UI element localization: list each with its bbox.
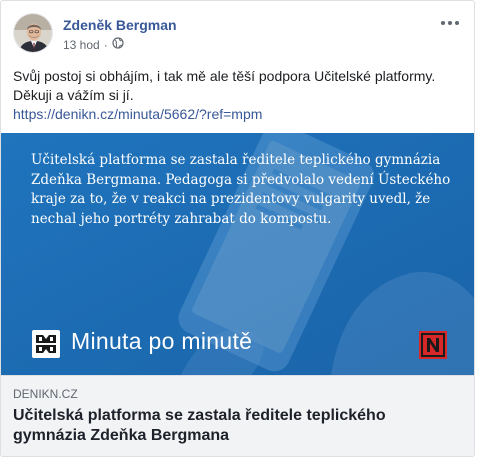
minuta-logo-icon xyxy=(31,329,61,359)
link-domain: DENIKN.CZ xyxy=(13,387,78,401)
brand-text: Minuta po minutě xyxy=(71,328,253,354)
post-link[interactable]: https://denikn.cz/minuta/5662/?ref=mpm xyxy=(13,106,262,122)
post-timestamp[interactable]: 13 hod xyxy=(63,38,100,52)
meta-separator: · xyxy=(103,37,108,52)
facebook-post: Zdeněk Bergman 13 hod · Svůj postoj si o… xyxy=(0,0,475,457)
post-header: Zdeněk Bergman 13 hod · xyxy=(13,13,462,57)
link-preview-card[interactable]: DENIKN.CZ Učitelská platforma se zastala… xyxy=(1,375,474,456)
post-text: Svůj postoj si obhájím, i tak mě ale těš… xyxy=(13,67,462,124)
post-text-line: Děkuji a vážím si jí. xyxy=(13,87,134,103)
more-dots-icon[interactable] xyxy=(438,15,462,31)
avatar[interactable] xyxy=(13,13,53,53)
preview-quote: Učitelská platforma se zastala ředitele … xyxy=(31,152,451,227)
denik-n-logo-icon xyxy=(419,331,447,359)
post-meta: 13 hod · xyxy=(63,37,124,52)
globe-icon[interactable] xyxy=(112,37,124,52)
link-title[interactable]: Učitelská platforma se zastala ředitele … xyxy=(13,406,462,446)
link-preview-image[interactable]: Učitelská platforma se zastala ředitele … xyxy=(1,133,474,375)
author-name[interactable]: Zdeněk Bergman xyxy=(63,17,177,33)
post-text-line: Svůj postoj si obhájím, i tak mě ale těš… xyxy=(13,68,436,84)
